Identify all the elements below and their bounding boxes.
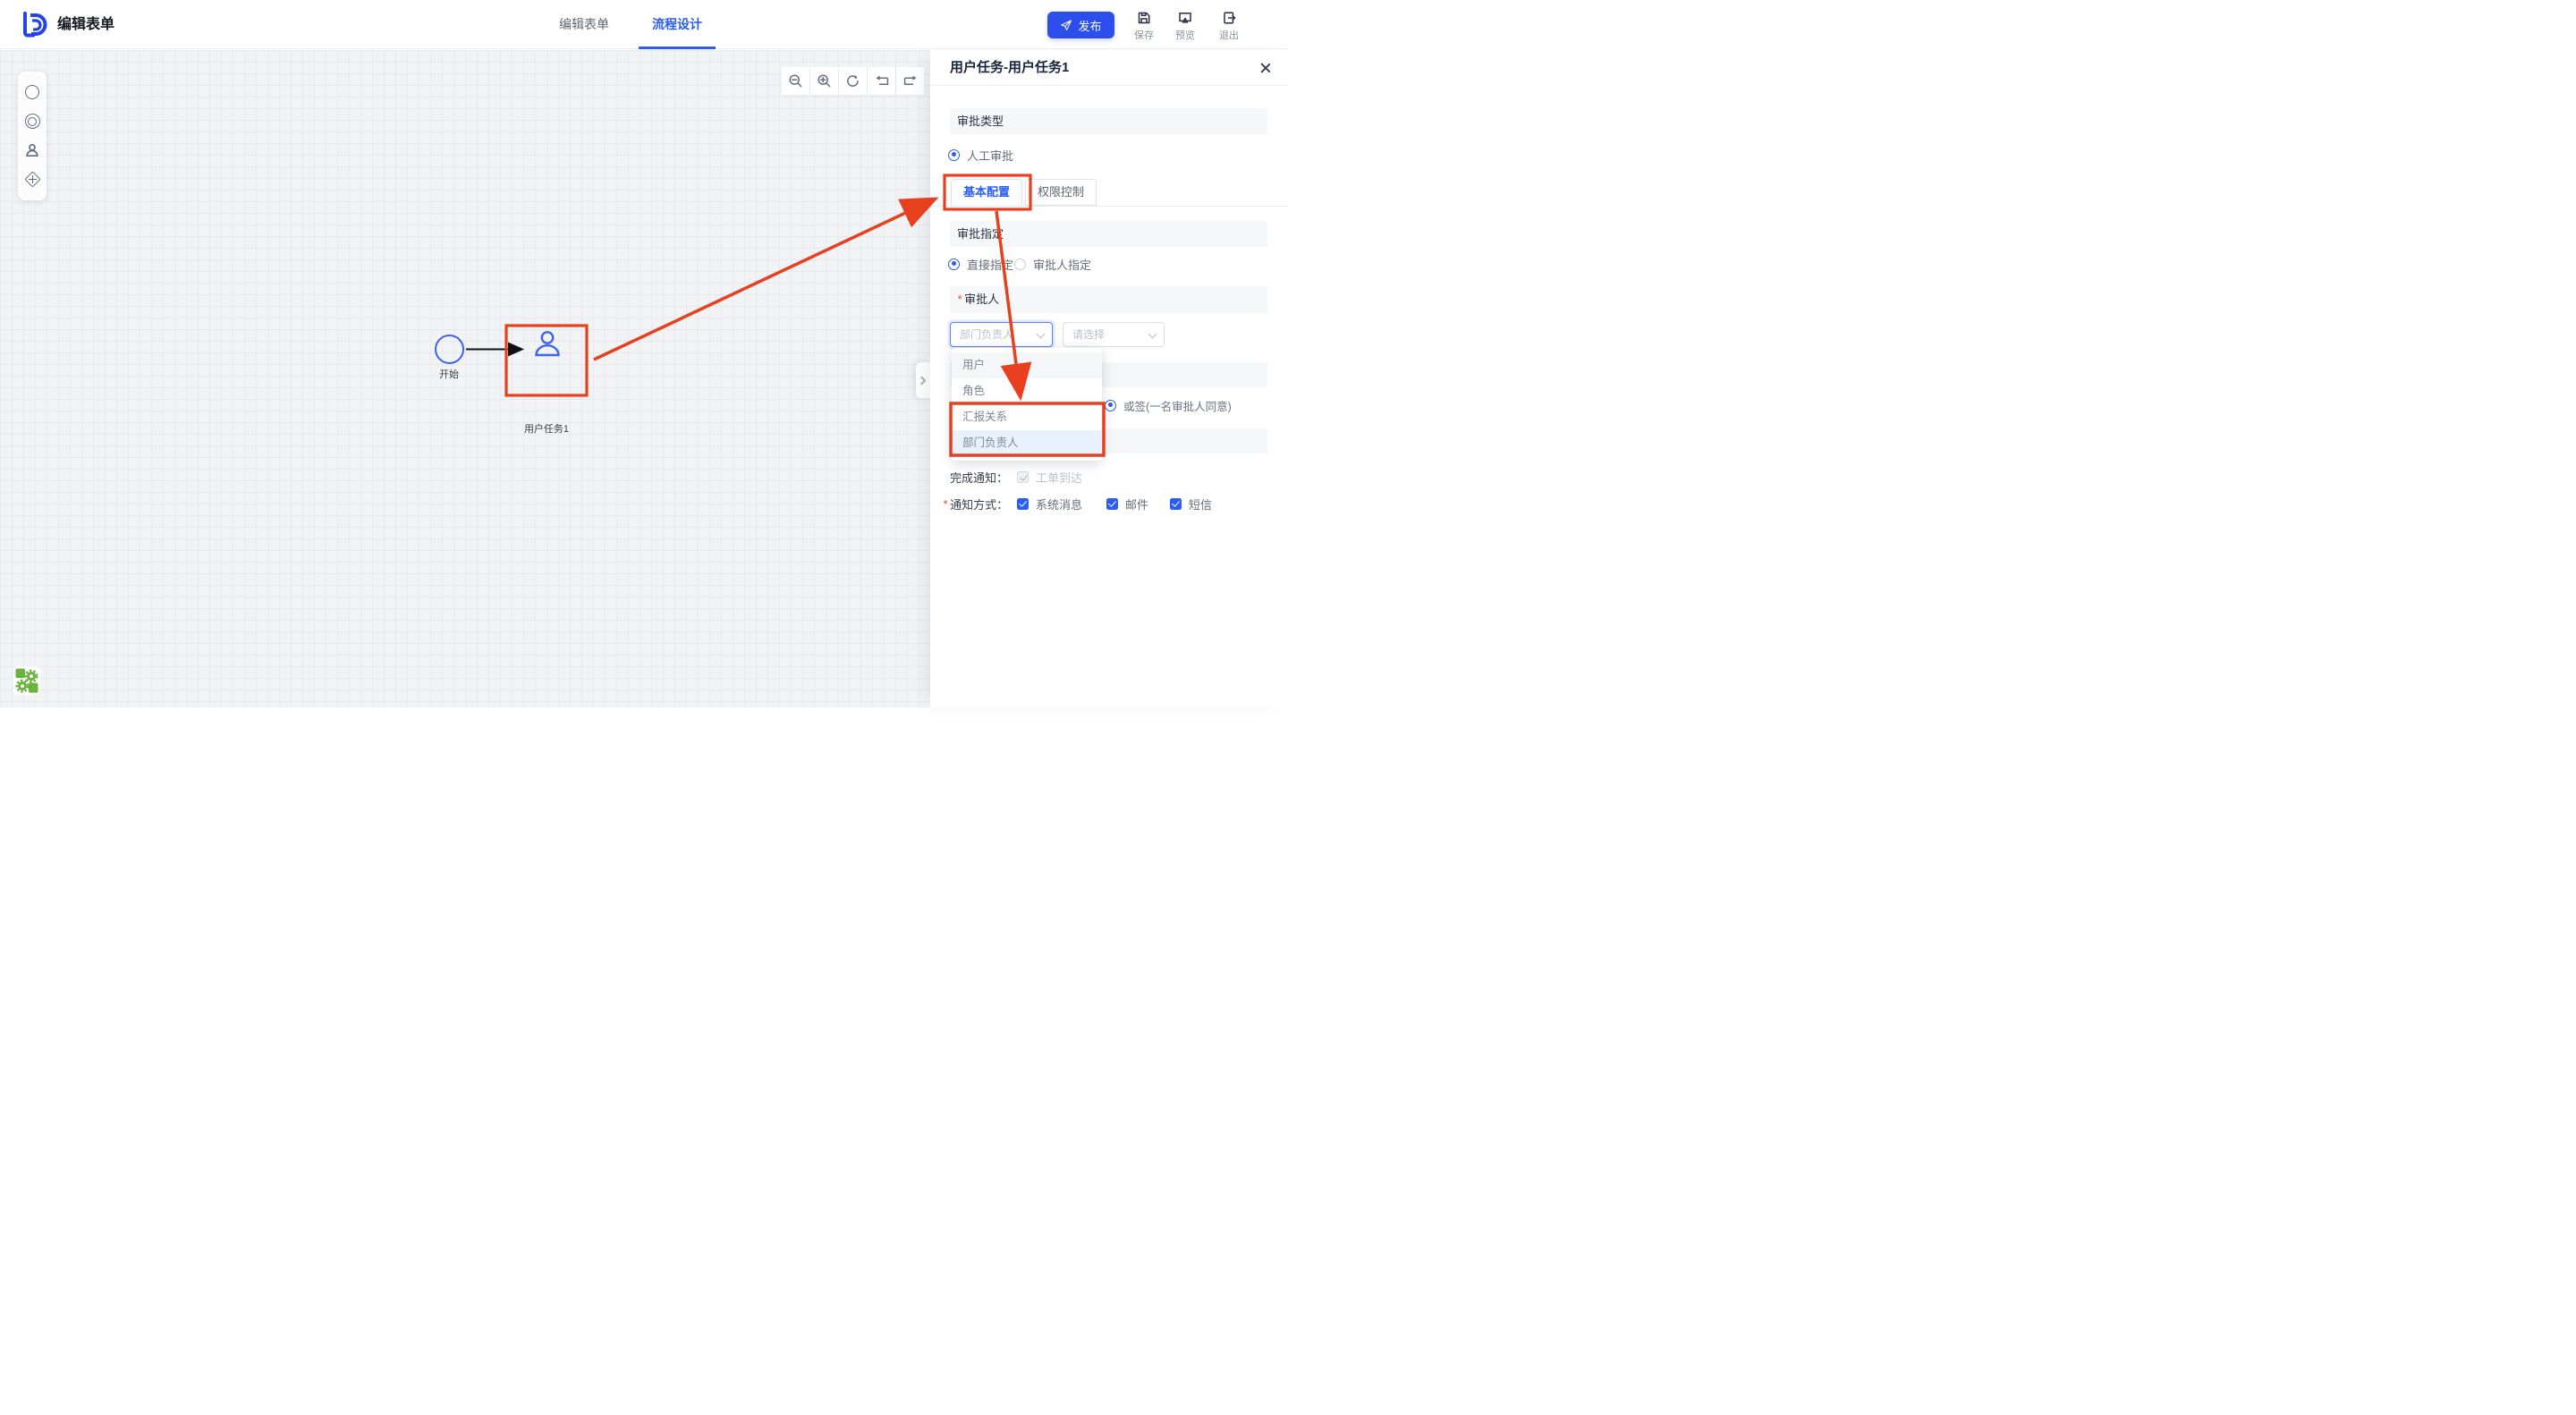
- paper-plane-icon: [1060, 19, 1072, 31]
- radio-approver-assign[interactable]: 审批人指定: [1014, 251, 1091, 276]
- shape-palette: [18, 72, 47, 200]
- checkbox-system-message[interactable]: 系统消息: [1017, 491, 1082, 516]
- publish-button[interactable]: 发布: [1047, 12, 1114, 38]
- app-logo: [21, 12, 48, 38]
- radio-icon: [948, 149, 960, 161]
- required-mark: *: [957, 292, 962, 306]
- preview-button[interactable]: 预览: [1165, 7, 1205, 45]
- finish-notice-label: 完成通知：: [950, 469, 1008, 486]
- palette-gateway-icon[interactable]: [24, 172, 40, 188]
- flow-canvas[interactable]: 开始 用户任务1: [0, 50, 930, 708]
- checkbox-icon: [1017, 471, 1029, 483]
- radio-icon: [1014, 258, 1026, 270]
- checkbox-email[interactable]: 邮件: [1106, 491, 1148, 516]
- exit-icon: [1221, 10, 1237, 26]
- checkbox-ticket-arrived: 工单到达: [1017, 464, 1082, 489]
- user-task-node[interactable]: [531, 329, 564, 360]
- radio-icon: [948, 258, 960, 270]
- palette-end-event-icon[interactable]: [24, 114, 40, 130]
- radio-direct-assign[interactable]: 直接指定: [948, 251, 1013, 276]
- finish-notice-row: 完成通知：: [943, 464, 1008, 489]
- top-header: 编辑表单 编辑表单 流程设计 发布 保存 预览 退出: [0, 0, 1288, 49]
- workflow-engine-logo: [13, 666, 40, 695]
- panel-title: 用户任务-用户任务1: [950, 50, 1069, 86]
- undo-icon: [874, 73, 890, 89]
- redo-button[interactable]: [896, 67, 924, 95]
- user-task-label: 用户任务1: [511, 421, 582, 436]
- zoom-out-icon: [788, 73, 803, 89]
- notice-method-label: 通知方式：: [950, 496, 1008, 513]
- radio-manual-approval[interactable]: 人工审批: [948, 142, 1013, 167]
- section-assignment: 审批指定: [950, 221, 1267, 247]
- zoom-in-button[interactable]: [810, 67, 838, 95]
- canvas-toolbar: [782, 67, 924, 95]
- redo-icon: [902, 73, 919, 89]
- checkbox-icon: [1017, 498, 1029, 510]
- tab-edit-form[interactable]: 编辑表单: [541, 0, 627, 49]
- task-config-panel: 用户任务-用户任务1 审批类型 人工审批 基本配置 权限控制 审批指定 直接指定…: [930, 50, 1288, 708]
- radio-or-sign[interactable]: 或签(一名审批人同意): [1105, 393, 1232, 418]
- start-event-label: 开始: [428, 367, 470, 381]
- panel-header: 用户任务-用户任务1: [930, 50, 1288, 86]
- required-mark: *: [943, 497, 947, 511]
- tab-divider: [930, 206, 1288, 207]
- chevron-right-icon: [918, 376, 927, 385]
- section-approver: *审批人: [950, 286, 1267, 313]
- dropdown-option-role[interactable]: 角色: [952, 378, 1102, 404]
- tab-basic-config[interactable]: 基本配置: [951, 179, 1022, 206]
- checkbox-icon: [1106, 498, 1118, 510]
- start-event-node[interactable]: [435, 335, 464, 364]
- reset-icon: [845, 73, 860, 89]
- exit-label: 退出: [1219, 28, 1239, 42]
- zoom-out-button[interactable]: [782, 67, 809, 95]
- save-label: 保存: [1134, 28, 1154, 42]
- zoom-in-icon: [817, 73, 832, 89]
- palette-start-event-icon[interactable]: [24, 84, 40, 100]
- save-button[interactable]: 保存: [1124, 7, 1164, 45]
- publish-label: 发布: [1078, 17, 1101, 34]
- approver-type-dropdown: 用户 角色 汇报关系 部门负责人: [952, 348, 1102, 461]
- palette-user-task-icon[interactable]: [24, 142, 40, 158]
- close-icon[interactable]: [1259, 62, 1272, 74]
- chevron-down-icon: [1148, 330, 1157, 339]
- reset-zoom-button[interactable]: [839, 67, 867, 95]
- dropdown-option-report-relation[interactable]: 汇报关系: [952, 404, 1102, 430]
- active-tab-underline: [639, 47, 716, 49]
- checkbox-sms[interactable]: 短信: [1170, 491, 1212, 516]
- section-approval-type: 审批类型: [950, 108, 1267, 134]
- undo-button[interactable]: [868, 67, 895, 95]
- dropdown-option-user[interactable]: 用户: [952, 352, 1102, 378]
- page-title: 编辑表单: [57, 0, 114, 49]
- save-icon: [1136, 10, 1152, 26]
- exit-button[interactable]: 退出: [1209, 7, 1249, 45]
- approver-target-select[interactable]: 请选择: [1063, 322, 1165, 347]
- preview-label: 预览: [1175, 28, 1195, 42]
- tab-permission-control[interactable]: 权限控制: [1025, 179, 1097, 206]
- panel-collapse-handle[interactable]: [916, 362, 930, 398]
- approver-type-select[interactable]: 部门负责人: [950, 322, 1053, 347]
- radio-icon: [1105, 400, 1116, 411]
- notice-method-row: * 通知方式：: [943, 491, 1008, 516]
- chevron-down-icon: [1037, 330, 1046, 339]
- dropdown-option-dept-leader[interactable]: 部门负责人: [952, 430, 1102, 456]
- checkbox-icon: [1170, 498, 1182, 510]
- tab-flow-design[interactable]: 流程设计: [634, 0, 720, 49]
- preview-icon: [1177, 10, 1193, 26]
